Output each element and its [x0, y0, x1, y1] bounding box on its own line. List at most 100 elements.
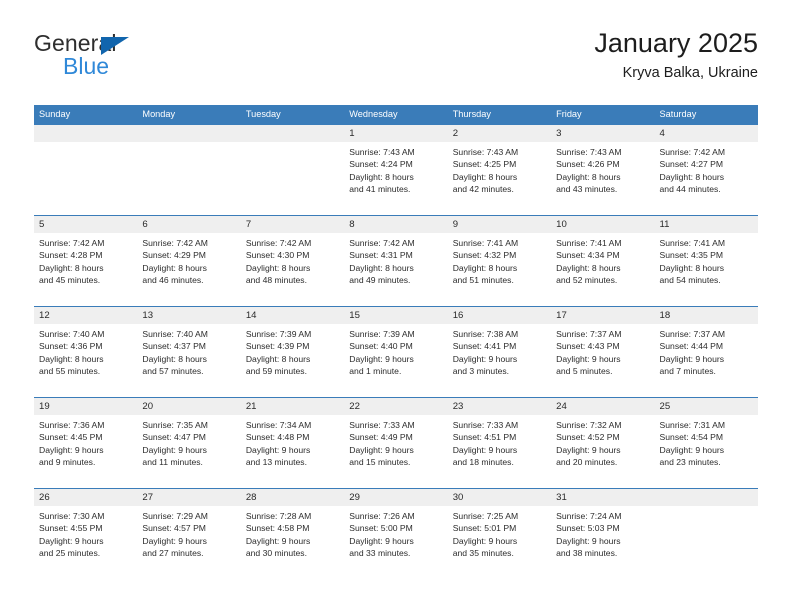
daylight-text-cont: and 18 minutes. — [452, 456, 514, 467]
day-cell[interactable]: Sunrise: 7:25 AM Sunset: 5:01 PM Dayligh… — [448, 506, 551, 579]
weekday-monday: Monday — [142, 109, 176, 119]
week-row: 5 6 7 8 9 10 11 Sunrise: 7:42 AM Sunset:… — [34, 215, 758, 306]
week-daynumber-band: 1 2 3 4 — [34, 125, 758, 142]
sunset-text: Sunset: 4:37 PM — [142, 341, 206, 352]
daylight-text-cont: and 57 minutes. — [142, 365, 204, 376]
daylight-text: Daylight: 9 hours — [349, 353, 414, 364]
day-cell[interactable]: Sunrise: 7:37 AM Sunset: 4:44 PM Dayligh… — [655, 324, 758, 397]
week-daynumber-band: 19 20 21 22 23 24 25 — [34, 398, 758, 415]
sunrise-text: Sunrise: 7:33 AM — [452, 420, 519, 430]
daylight-text-cont: and 55 minutes. — [39, 365, 101, 376]
day-cell[interactable]: Sunrise: 7:42 AM Sunset: 4:31 PM Dayligh… — [344, 233, 447, 306]
day-cell[interactable]: Sunrise: 7:40 AM Sunset: 4:36 PM Dayligh… — [34, 324, 137, 397]
day-number: 12 — [39, 310, 50, 321]
day-cell[interactable]: Sunrise: 7:32 AM Sunset: 4:52 PM Dayligh… — [551, 415, 654, 488]
daylight-text: Daylight: 9 hours — [142, 444, 207, 455]
sunrise-text: Sunrise: 7:24 AM — [556, 511, 622, 521]
day-cell[interactable]: Sunrise: 7:43 AM Sunset: 4:24 PM Dayligh… — [344, 142, 447, 215]
day-cell[interactable] — [34, 142, 137, 215]
day-cell[interactable]: Sunrise: 7:43 AM Sunset: 4:26 PM Dayligh… — [551, 142, 654, 215]
daylight-text-cont: and 13 minutes. — [245, 456, 307, 467]
day-cell[interactable]: Sunrise: 7:33 AM Sunset: 4:51 PM Dayligh… — [448, 415, 551, 488]
day-cell[interactable]: Sunrise: 7:42 AM Sunset: 4:30 PM Dayligh… — [241, 233, 344, 306]
day-cell[interactable] — [137, 142, 240, 215]
day-number: 4 — [659, 128, 665, 139]
sunset-text: Sunset: 4:49 PM — [349, 432, 413, 443]
weekday-friday: Friday — [556, 109, 582, 119]
daylight-text-cont: and 5 minutes. — [556, 365, 613, 376]
page-header: General Blue January 2025 Kryva Balka, U… — [34, 28, 758, 98]
daylight-text-cont: and 1 minute. — [349, 365, 402, 376]
sunset-text: Sunset: 4:24 PM — [349, 159, 413, 170]
day-cell[interactable]: Sunrise: 7:42 AM Sunset: 4:29 PM Dayligh… — [137, 233, 240, 306]
daylight-text: Daylight: 8 hours — [245, 353, 311, 364]
location-subtitle: Kryva Balka, Ukraine — [622, 64, 758, 81]
day-cell[interactable]: Sunrise: 7:42 AM Sunset: 4:27 PM Dayligh… — [655, 142, 758, 215]
sunset-text: Sunset: 4:51 PM — [452, 432, 517, 443]
sunrise-text: Sunrise: 7:43 AM — [452, 147, 519, 157]
day-number: 1 — [349, 128, 355, 139]
calendar-grid: Sunday Monday Tuesday Wednesday Thursday… — [34, 105, 758, 579]
day-cell[interactable]: Sunrise: 7:24 AM Sunset: 5:03 PM Dayligh… — [551, 506, 654, 579]
day-cell[interactable]: Sunrise: 7:26 AM Sunset: 5:00 PM Dayligh… — [344, 506, 447, 579]
day-cell[interactable]: Sunrise: 7:29 AM Sunset: 4:57 PM Dayligh… — [137, 506, 240, 579]
day-cell[interactable]: Sunrise: 7:28 AM Sunset: 4:58 PM Dayligh… — [241, 506, 344, 579]
page-title: January 2025 — [594, 28, 758, 58]
day-cell[interactable]: Sunrise: 7:36 AM Sunset: 4:45 PM Dayligh… — [34, 415, 137, 488]
daylight-text: Daylight: 9 hours — [556, 353, 621, 364]
day-cell[interactable]: Sunrise: 7:41 AM Sunset: 4:35 PM Dayligh… — [655, 233, 758, 306]
daylight-text-cont: and 25 minutes. — [39, 547, 101, 558]
sunrise-text: Sunrise: 7:29 AM — [142, 511, 208, 521]
day-cell[interactable] — [241, 142, 344, 215]
day-cell[interactable]: Sunrise: 7:39 AM Sunset: 4:40 PM Dayligh… — [344, 324, 447, 397]
sunset-text: Sunset: 4:58 PM — [245, 523, 310, 534]
day-cell[interactable]: Sunrise: 7:41 AM Sunset: 4:34 PM Dayligh… — [551, 233, 654, 306]
sunset-text: Sunset: 4:55 PM — [39, 523, 103, 534]
daylight-text: Daylight: 9 hours — [452, 353, 518, 364]
daylight-text-cont: and 23 minutes. — [659, 456, 721, 467]
week-row: 26 27 28 29 30 31 Sunrise: 7:30 AM Sunse… — [34, 488, 758, 579]
day-cell[interactable]: Sunrise: 7:34 AM Sunset: 4:48 PM Dayligh… — [241, 415, 344, 488]
sunrise-text: Sunrise: 7:25 AM — [452, 511, 519, 521]
day-cell[interactable]: Sunrise: 7:38 AM Sunset: 4:41 PM Dayligh… — [448, 324, 551, 397]
day-number: 30 — [452, 492, 464, 503]
week-row: 12 13 14 15 16 17 18 Sunrise: 7:40 AM Su… — [34, 306, 758, 397]
day-cell[interactable] — [655, 506, 758, 579]
daylight-text-cont: and 33 minutes. — [349, 547, 411, 558]
day-cell[interactable]: Sunrise: 7:31 AM Sunset: 4:54 PM Dayligh… — [655, 415, 758, 488]
day-cell[interactable]: Sunrise: 7:33 AM Sunset: 4:49 PM Dayligh… — [344, 415, 447, 488]
weekday-wednesday: Wednesday — [349, 109, 398, 119]
weekday-sunday: Sunday — [39, 109, 71, 119]
daylight-text: Daylight: 9 hours — [245, 444, 311, 455]
day-cell[interactable]: Sunrise: 7:39 AM Sunset: 4:39 PM Dayligh… — [241, 324, 344, 397]
day-cell[interactable]: Sunrise: 7:35 AM Sunset: 4:47 PM Dayligh… — [137, 415, 240, 488]
daylight-text: Daylight: 8 hours — [349, 171, 414, 182]
sunrise-text: Sunrise: 7:40 AM — [39, 329, 105, 339]
day-number — [655, 489, 758, 506]
sunrise-text: Sunrise: 7:41 AM — [659, 238, 725, 248]
sunrise-text: Sunrise: 7:33 AM — [349, 420, 415, 430]
day-cell[interactable]: Sunrise: 7:37 AM Sunset: 4:43 PM Dayligh… — [551, 324, 654, 397]
day-number: 29 — [349, 492, 360, 503]
sunset-text: Sunset: 4:43 PM — [556, 341, 620, 352]
sunrise-text: Sunrise: 7:36 AM — [39, 420, 105, 430]
sunset-text: Sunset: 4:31 PM — [349, 250, 413, 261]
day-number: 14 — [245, 310, 257, 321]
weekday-header-row: Sunday Monday Tuesday Wednesday Thursday… — [34, 105, 758, 124]
day-cell[interactable]: Sunrise: 7:43 AM Sunset: 4:25 PM Dayligh… — [448, 142, 551, 215]
sunset-text: Sunset: 4:41 PM — [452, 341, 517, 352]
day-cell[interactable]: Sunrise: 7:41 AM Sunset: 4:32 PM Dayligh… — [448, 233, 551, 306]
daylight-text: Daylight: 8 hours — [349, 262, 414, 273]
day-number: 20 — [142, 401, 154, 412]
sunset-text: Sunset: 4:54 PM — [659, 432, 724, 443]
daylight-text: Daylight: 8 hours — [659, 171, 725, 182]
day-cell[interactable]: Sunrise: 7:40 AM Sunset: 4:37 PM Dayligh… — [137, 324, 240, 397]
day-cell[interactable]: Sunrise: 7:30 AM Sunset: 4:55 PM Dayligh… — [34, 506, 137, 579]
daylight-text-cont: and 35 minutes. — [452, 547, 514, 558]
sunset-text: Sunset: 4:34 PM — [556, 250, 620, 261]
day-cell[interactable]: Sunrise: 7:42 AM Sunset: 4:28 PM Dayligh… — [34, 233, 137, 306]
sunset-text: Sunset: 4:32 PM — [452, 250, 517, 261]
daylight-text: Daylight: 9 hours — [39, 444, 104, 455]
calendar-page: General Blue January 2025 Kryva Balka, U… — [0, 0, 792, 612]
daylight-text: Daylight: 9 hours — [659, 444, 725, 455]
